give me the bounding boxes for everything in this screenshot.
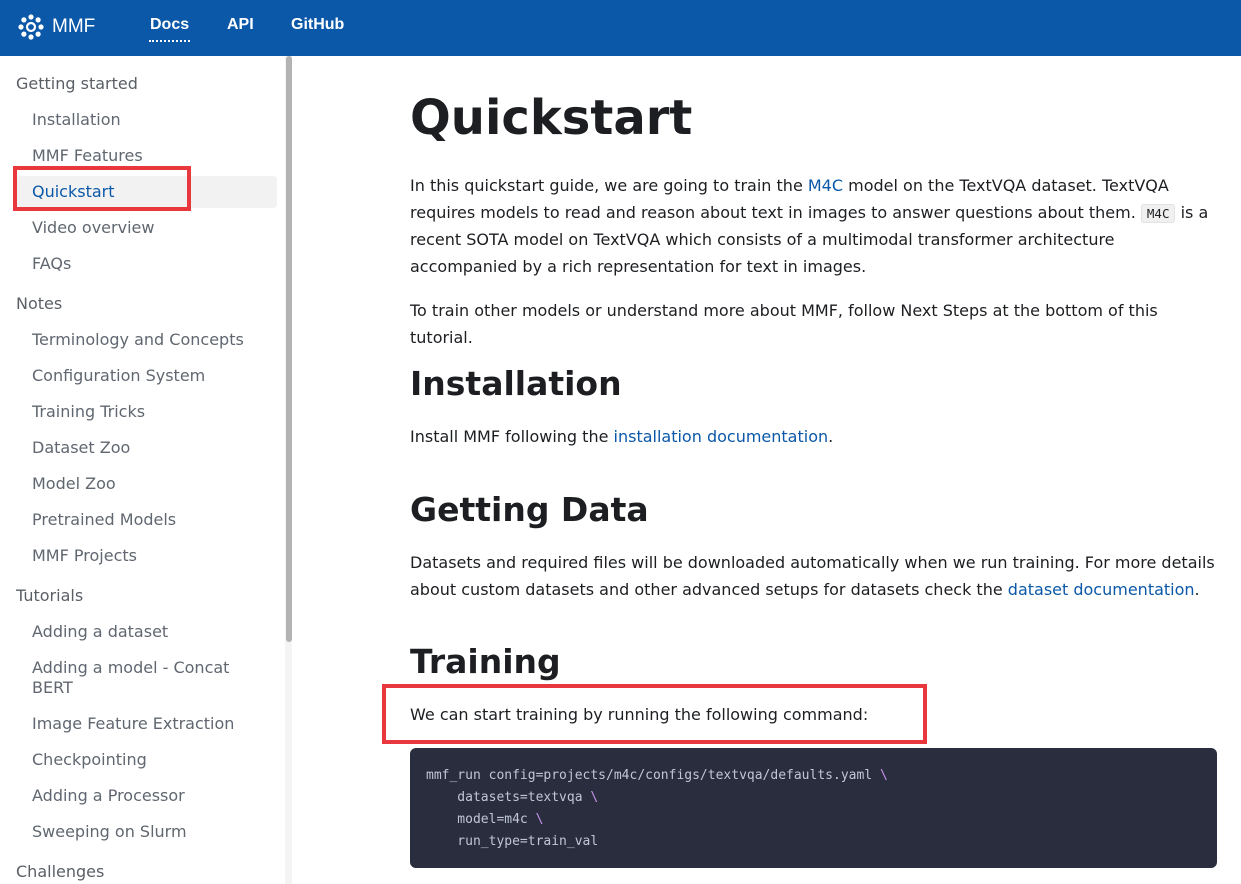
sidebar-category-challenges[interactable]: Challenges — [16, 862, 104, 881]
sidebar-item-training-tricks[interactable]: Training Tricks — [32, 402, 145, 422]
code-line-2: datasets=textvqa \ — [426, 790, 598, 805]
sidebar-item-installation[interactable]: Installation — [32, 110, 121, 130]
installation-text-end: . — [828, 427, 834, 446]
page-title: Quickstart — [410, 90, 693, 146]
code-line-1-text: mmf_run config=projects/m4c/configs/text… — [426, 768, 880, 783]
top-navbar: MMF Docs API GitHub — [0, 0, 1241, 56]
m4c-link[interactable]: M4C — [808, 176, 843, 195]
sidebar-item-terminology[interactable]: Terminology and Concepts — [32, 330, 244, 350]
nav-link-github[interactable]: GitHub — [291, 16, 344, 34]
mmf-logo-icon — [18, 14, 44, 40]
installation-paragraph: Install MMF following the installation d… — [410, 424, 1216, 451]
sidebar-category-getting-started[interactable]: Getting started — [16, 74, 138, 93]
getting-data-text-end: . — [1194, 579, 1200, 599]
next-steps-paragraph: To train other models or understand more… — [410, 301, 1158, 347]
sidebar-category-notes[interactable]: Notes — [16, 294, 62, 313]
getting-data-paragraph: Datasets and required files will be down… — [410, 550, 1216, 603]
sidebar-item-quickstart[interactable]: Quickstart — [32, 182, 115, 202]
sidebar-item-sweeping-on-slurm[interactable]: Sweeping on Slurm — [32, 822, 187, 842]
sidebar-item-video-overview[interactable]: Video overview — [32, 218, 154, 238]
sidebar-item-faqs[interactable]: FAQs — [32, 254, 71, 274]
sidebar-item-mmf-features[interactable]: MMF Features — [32, 146, 143, 166]
nav-link-docs[interactable]: Docs — [148, 16, 191, 42]
intro-paragraph: In this quickstart guide, we are going t… — [410, 173, 1216, 280]
sidebar-item-model-zoo[interactable]: Model Zoo — [32, 474, 116, 494]
brand-link[interactable]: MMF — [18, 12, 95, 42]
line-continuation: \ — [535, 812, 544, 827]
getting-data-heading: Getting Data — [410, 490, 649, 529]
sidebar-item-checkpointing[interactable]: Checkpointing — [32, 750, 147, 770]
sidebar-item-adding-a-model[interactable]: Adding a model - Concat BERT — [32, 658, 252, 698]
sidebar-item-image-feature-extraction[interactable]: Image Feature Extraction — [32, 714, 234, 734]
code-line-2-text: datasets=textvqa — [426, 790, 591, 805]
training-paragraph: We can start training by running the fol… — [410, 705, 869, 724]
line-continuation: \ — [590, 790, 599, 805]
sidebar-item-mmf-projects[interactable]: MMF Projects — [32, 546, 137, 566]
code-line-3-text: model=m4c — [426, 812, 536, 827]
dataset-documentation-link[interactable]: dataset documentation — [1008, 580, 1195, 599]
code-line-1: mmf_run config=projects/m4c/configs/text… — [426, 768, 888, 783]
training-heading: Training — [410, 642, 561, 681]
installation-heading: Installation — [410, 364, 622, 403]
code-line-4-text: run_type=train_val — [426, 834, 599, 849]
intro-text-1: In this quickstart guide, we are going t… — [410, 176, 808, 195]
nav-link-api[interactable]: API — [227, 16, 254, 34]
code-line-4: run_type=train_val — [426, 834, 598, 849]
training-command-code-block[interactable]: mmf_run config=projects/m4c/configs/text… — [410, 748, 1217, 868]
line-continuation: \ — [879, 768, 888, 783]
m4c-inline-code: M4C — [1140, 203, 1176, 223]
installation-documentation-link[interactable]: installation documentation — [614, 427, 829, 446]
installation-text: Install MMF following the — [410, 427, 614, 446]
sidebar-item-adding-a-processor[interactable]: Adding a Processor — [32, 786, 185, 806]
brand-name: MMF — [52, 16, 96, 37]
sidebar-item-configuration-system[interactable]: Configuration System — [32, 366, 205, 386]
sidebar-item-pretrained-models[interactable]: Pretrained Models — [32, 510, 176, 530]
docs-sidebar: Getting started Installation MMF Feature… — [0, 56, 285, 884]
sidebar-category-tutorials[interactable]: Tutorials — [16, 586, 83, 605]
sidebar-scrollbar-thumb[interactable] — [286, 56, 292, 642]
code-line-3: model=m4c \ — [426, 812, 543, 827]
sidebar-item-adding-a-dataset[interactable]: Adding a dataset — [32, 622, 168, 642]
sidebar-item-dataset-zoo[interactable]: Dataset Zoo — [32, 438, 130, 458]
